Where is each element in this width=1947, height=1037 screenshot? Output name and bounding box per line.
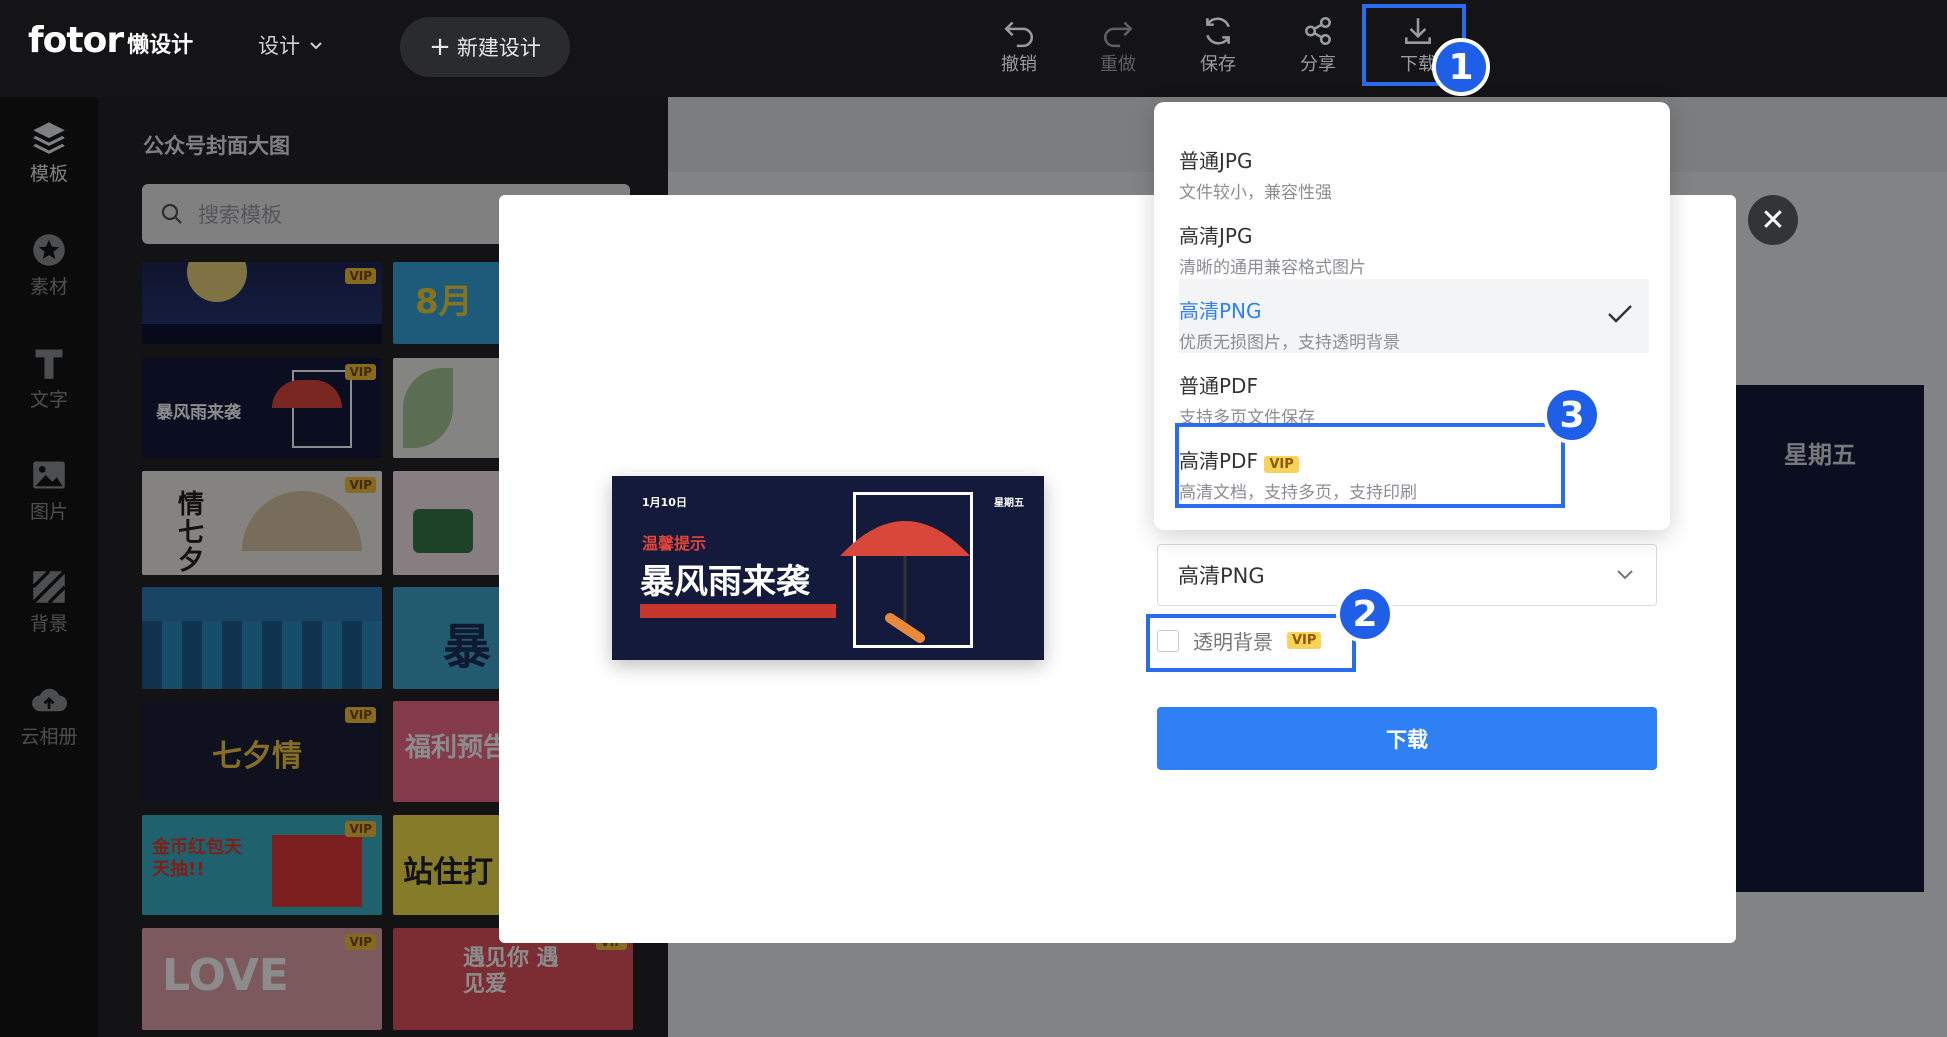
plus-icon: + — [429, 32, 451, 62]
format-option-title: 高清JPG — [1179, 224, 1253, 248]
format-option-desc: 清晰的通用兼容格式图片 — [1179, 258, 1366, 278]
preview-red-bar — [640, 604, 836, 618]
design-preview: 1月10日 星期五 温馨提示 暴风雨来袭 — [612, 476, 1044, 660]
annotation-badge-2: 2 — [1336, 585, 1394, 643]
new-design-button[interactable]: + 新建设计 — [400, 17, 570, 77]
checkmark-icon — [1608, 305, 1632, 323]
undo-button[interactable]: 撤销 — [987, 14, 1051, 78]
format-select-value: 高清PNG — [1178, 564, 1265, 588]
share-button[interactable]: 分享 — [1286, 14, 1350, 78]
format-select[interactable]: 高清PNG — [1157, 544, 1657, 606]
share-label: 分享 — [1300, 54, 1336, 75]
close-icon: ✕ — [1760, 202, 1786, 238]
redo-icon — [1104, 21, 1133, 48]
save-label: 保存 — [1200, 54, 1236, 75]
format-option-desc: 文件较小，兼容性强 — [1179, 183, 1332, 203]
logo[interactable]: fotor 懒设计 — [28, 20, 193, 61]
save-button[interactable]: 保存 — [1186, 14, 1250, 78]
download-button-label: 下载 — [1386, 727, 1428, 752]
format-option-hd-png[interactable]: 高清PNG 优质无损图片，支持透明背景 — [1179, 279, 1649, 353]
highlight-hd-pdf-option — [1175, 423, 1565, 508]
annotation-badge-3: 3 — [1543, 386, 1601, 444]
logo-subtitle: 懒设计 — [127, 33, 194, 58]
top-bar: fotor 懒设计 设计 + 新建设计 撤销 重做 保存 分享 下载 — [0, 0, 1947, 97]
preview-weekday: 星期五 — [994, 498, 1024, 509]
chevron-down-icon — [310, 42, 322, 50]
logo-brand: fotor — [28, 20, 124, 61]
format-option-desc: 优质无损图片，支持透明背景 — [1179, 333, 1400, 353]
new-design-label: 新建设计 — [456, 36, 541, 60]
preview-headline: 暴风雨来袭 — [640, 562, 810, 602]
redo-label: 重做 — [1100, 54, 1136, 75]
save-sync-icon — [1206, 17, 1230, 45]
redo-button[interactable]: 重做 — [1086, 14, 1150, 78]
format-option-title: 高清PNG — [1179, 299, 1262, 323]
highlight-transparent-bg — [1146, 614, 1356, 672]
format-option-hd-jpg[interactable]: 高清JPG 清晰的通用兼容格式图片 — [1179, 204, 1649, 278]
umbrella-illustration — [840, 521, 970, 643]
annotation-badge-1: 1 — [1432, 38, 1490, 96]
chevron-down-icon — [1617, 570, 1633, 580]
app-root: fotor 懒设计 设计 + 新建设计 撤销 重做 保存 分享 下载 模板 素材… — [0, 0, 1947, 1037]
share-icon — [1305, 16, 1331, 46]
format-option-title: 普通JPG — [1179, 149, 1253, 173]
preview-tip: 温馨提示 — [642, 534, 707, 553]
design-menu[interactable]: 设计 — [258, 30, 324, 60]
close-modal-button[interactable]: ✕ — [1748, 195, 1798, 245]
download-button[interactable]: 下载 — [1157, 707, 1657, 770]
preview-date: 1月10日 — [642, 496, 687, 509]
format-option-jpg[interactable]: 普通JPG 文件较小，兼容性强 — [1179, 129, 1649, 203]
design-menu-label: 设计 — [258, 34, 300, 58]
undo-label: 撤销 — [1001, 54, 1037, 75]
undo-icon — [1004, 21, 1033, 48]
